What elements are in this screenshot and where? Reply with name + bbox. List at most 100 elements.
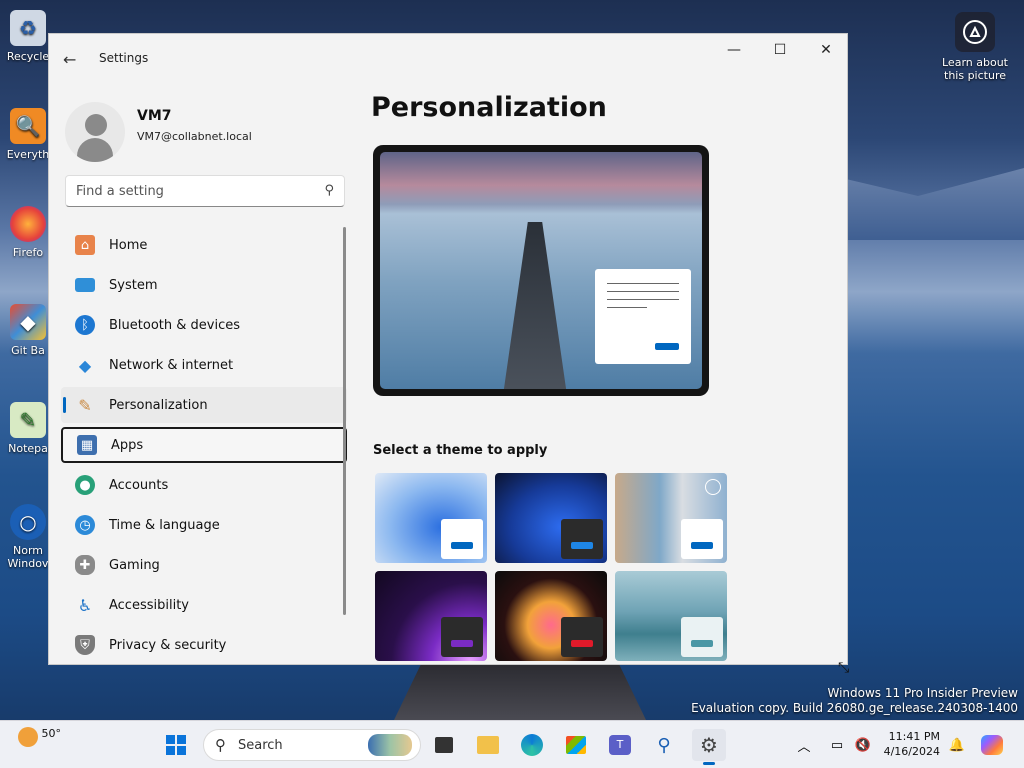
desktop-icon-label: Notepa bbox=[8, 442, 48, 455]
sidebar-item-time-language[interactable]: ◷ Time & language bbox=[61, 507, 347, 543]
sidebar-item-gaming[interactable]: ✚ Gaming bbox=[61, 547, 347, 583]
window-icon: ○ bbox=[10, 504, 46, 540]
taskbar-store[interactable] bbox=[560, 729, 592, 761]
taskbar-search-app[interactable]: ⚲ bbox=[648, 729, 680, 761]
taskbar-settings[interactable]: ⚙ bbox=[692, 729, 726, 765]
preview-dialog bbox=[595, 269, 691, 364]
theme-windows-light[interactable] bbox=[375, 473, 487, 563]
magnifier-icon: ⚲ bbox=[657, 734, 671, 756]
weather-widget[interactable]: 50° bbox=[18, 727, 61, 747]
clock-date: 4/16/2024 bbox=[883, 745, 940, 758]
sidebar-item-accounts[interactable]: ● Accounts bbox=[61, 467, 347, 503]
volume-muted-icon: 🔇 bbox=[854, 737, 872, 753]
sidebar-item-home[interactable]: ⌂ Home bbox=[61, 227, 347, 263]
watermark-line: Evaluation copy. Build 26080.ge_release.… bbox=[691, 701, 1018, 715]
sidebar-item-label: Privacy & security bbox=[109, 637, 227, 653]
show-hidden-icons-button[interactable]: ︿ bbox=[794, 729, 814, 761]
theme-captured-motion[interactable] bbox=[495, 571, 607, 661]
find-setting-input[interactable]: Find a setting ⚲ bbox=[65, 175, 345, 207]
everything-search-icon: 🔍 bbox=[10, 108, 46, 144]
sidebar-item-network[interactable]: ◆ Network & internet bbox=[61, 347, 347, 383]
apps-icon: ▦ bbox=[77, 435, 97, 455]
title-bar[interactable]: ← Settings — ☐ ✕ bbox=[49, 34, 847, 82]
resize-cursor-icon: ⤡ bbox=[838, 660, 850, 676]
clock-time: 11:41 PM bbox=[888, 730, 940, 743]
active-app-indicator bbox=[703, 762, 715, 765]
learn-label: Learn about this picture bbox=[942, 56, 1008, 82]
weather-moon-icon bbox=[18, 727, 38, 747]
theme-glow[interactable] bbox=[375, 571, 487, 661]
back-arrow-icon[interactable]: ← bbox=[63, 50, 76, 69]
close-button[interactable]: ✕ bbox=[803, 34, 847, 66]
task-view-icon bbox=[435, 737, 453, 753]
folder-icon bbox=[477, 736, 499, 754]
accessibility-icon: ♿ bbox=[77, 595, 93, 615]
sidebar-item-label: System bbox=[109, 277, 158, 293]
home-icon: ⌂ bbox=[75, 235, 95, 255]
sidebar-item-label: Home bbox=[109, 237, 148, 253]
taskbar-task-view[interactable] bbox=[428, 729, 460, 761]
copilot-button[interactable] bbox=[978, 729, 1006, 761]
maximize-button[interactable]: ☐ bbox=[757, 34, 803, 66]
network-icon: ▭ bbox=[830, 737, 844, 753]
sidebar-nav: ⌂ Home System ᛒ Bluetooth & devices ◆ Ne… bbox=[61, 227, 347, 664]
sidebar-item-label: Time & language bbox=[109, 517, 220, 533]
user-name: VM7 bbox=[137, 108, 172, 124]
sidebar-item-apps[interactable]: ▦ Apps bbox=[61, 427, 347, 463]
sidebar-item-privacy[interactable]: ⛨ Privacy & security bbox=[61, 627, 347, 663]
sidebar-item-system[interactable]: System bbox=[61, 267, 347, 303]
taskbar-edge[interactable] bbox=[516, 729, 548, 761]
taskbar-search-label: Search bbox=[238, 738, 283, 753]
theme-windows-dark[interactable] bbox=[495, 473, 607, 563]
notification-button[interactable]: 🔔 bbox=[946, 729, 968, 761]
gear-icon: ⚙ bbox=[700, 733, 718, 757]
camera-compass-icon bbox=[955, 12, 995, 52]
copilot-icon bbox=[981, 735, 1003, 755]
taskbar-clock[interactable]: 11:41 PM 4/16/2024 bbox=[876, 729, 940, 759]
git-bash-icon: ◆ bbox=[10, 304, 46, 340]
edge-icon bbox=[521, 734, 543, 756]
start-button[interactable] bbox=[160, 729, 192, 761]
user-email: VM7@collabnet.local bbox=[137, 130, 252, 143]
brush-icon: ✎ bbox=[78, 395, 92, 415]
learn-about-picture[interactable]: Learn about this picture bbox=[940, 12, 1010, 82]
search-highlight-icon bbox=[368, 734, 412, 756]
desktop-icon-label: Norm bbox=[12, 544, 43, 557]
minimize-button[interactable]: — bbox=[711, 34, 757, 66]
desktop-icon-label: Everyth bbox=[6, 148, 50, 161]
desktop-icon-label: Git Ba bbox=[11, 344, 45, 357]
bluetooth-icon: ᛒ bbox=[75, 315, 95, 335]
sidebar-item-label: Apps bbox=[111, 437, 144, 453]
desktop-icon-label: Windov bbox=[7, 557, 49, 570]
network-status[interactable]: ▭ bbox=[826, 729, 848, 761]
theme-spotlight[interactable] bbox=[615, 473, 727, 563]
sidebar-item-accessibility[interactable]: ♿ Accessibility bbox=[61, 587, 347, 623]
page-title: Personalization bbox=[371, 92, 607, 123]
desktop-icon-label: Firefo bbox=[12, 246, 44, 259]
sidebar-item-personalization[interactable]: ✎ Personalization bbox=[61, 387, 347, 423]
store-icon bbox=[566, 736, 586, 754]
volume-status[interactable]: 🔇 bbox=[852, 729, 874, 761]
sidebar-item-label: Accounts bbox=[109, 477, 169, 493]
sidebar-item-label: Bluetooth & devices bbox=[109, 317, 240, 333]
settings-window: ← Settings — ☐ ✕ VM7 VM7@collabnet.local… bbox=[48, 33, 848, 665]
shield-icon: ⛨ bbox=[75, 635, 95, 655]
main-content: Personalization Select a theme to apply bbox=[371, 82, 841, 664]
search-icon: ⚲ bbox=[324, 183, 334, 198]
firefox-icon bbox=[10, 206, 46, 242]
spotlight-icon bbox=[705, 479, 721, 495]
sidebar-item-label: Network & internet bbox=[109, 357, 234, 373]
preview-pier bbox=[503, 222, 567, 389]
sidebar-scrollbar[interactable] bbox=[343, 227, 346, 615]
theme-flow[interactable] bbox=[615, 571, 727, 661]
taskbar-teams[interactable]: T bbox=[604, 729, 636, 761]
sidebar-item-bluetooth[interactable]: ᛒ Bluetooth & devices bbox=[61, 307, 347, 343]
sidebar-item-label: Gaming bbox=[109, 557, 160, 573]
weather-temp: 50° bbox=[41, 727, 62, 740]
taskbar-file-explorer[interactable] bbox=[472, 729, 504, 761]
globe-clock-icon: ◷ bbox=[75, 515, 95, 535]
preview-wallpaper bbox=[380, 152, 702, 389]
wifi-icon: ◆ bbox=[78, 355, 92, 375]
wallpaper-pier bbox=[394, 662, 646, 720]
taskbar-search[interactable]: ⚲ Search bbox=[203, 729, 421, 761]
